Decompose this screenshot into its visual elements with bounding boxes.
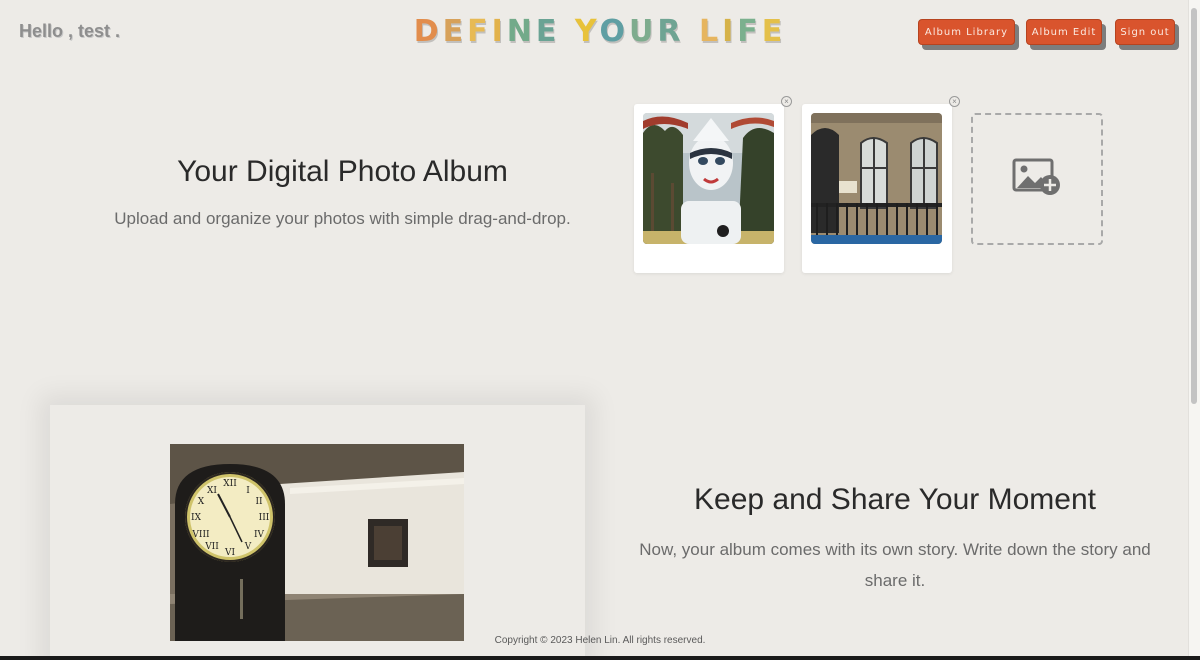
brand-letter: I — [722, 14, 738, 49]
svg-text:VI: VI — [224, 548, 235, 558]
brand-letter: F — [737, 14, 762, 49]
add-photo-dropzone[interactable] — [971, 113, 1103, 245]
photo-clown — [643, 113, 774, 244]
scrollbar-thumb[interactable] — [1191, 8, 1197, 404]
svg-text:IX: IX — [191, 513, 202, 523]
hero-subtitle: Upload and organize your photos with sim… — [114, 209, 571, 228]
brand-letter: E — [535, 14, 561, 49]
svg-text:X: X — [198, 497, 205, 507]
svg-text:II: II — [255, 497, 263, 507]
album-library-button[interactable]: Album Library — [918, 19, 1015, 45]
svg-text:IV: IV — [254, 530, 265, 540]
svg-text:XI: XI — [207, 486, 217, 496]
brand-letter: R — [657, 14, 685, 49]
svg-text:XII: XII — [223, 479, 237, 489]
brand-letter: I — [491, 14, 507, 49]
brand-word: LIFE — [699, 14, 786, 49]
brand-letter: E — [761, 14, 787, 49]
scrollbar[interactable] — [1188, 0, 1200, 656]
brand-letter: N — [506, 14, 536, 49]
photo-card[interactable] — [802, 104, 952, 273]
brand-letter: O — [599, 14, 630, 49]
feature-title: Keep and Share Your Moment — [694, 483, 1096, 516]
feature-card: XII VI IX III I II IV V VII VIII X XI — [50, 405, 585, 660]
photo-building — [811, 113, 942, 244]
gallery-clock-photo: XII VI IX III I II IV V VII VIII X XI — [170, 444, 464, 641]
brand-word: DEFINE — [414, 14, 561, 49]
brand-letter: F — [467, 14, 492, 49]
brand-letter: E — [442, 14, 468, 49]
image-plus-icon — [1012, 157, 1062, 202]
brand-letter: Y — [574, 14, 600, 49]
hero-title: Your Digital Photo Album — [177, 155, 508, 188]
brand-letter: L — [698, 14, 723, 49]
brand-letter: D — [413, 14, 443, 49]
brand-title: DEFINE YOUR LIFE — [0, 14, 1200, 49]
album-edit-button[interactable]: Album Edit — [1026, 19, 1102, 45]
svg-text:VIII: VIII — [191, 530, 210, 540]
remove-photo-button[interactable]: × — [781, 96, 792, 107]
footer-copyright: Copyright © 2023 Helen Lin. All rights r… — [494, 635, 706, 646]
remove-photo-button[interactable]: × — [949, 96, 960, 107]
brand-letter: U — [629, 14, 658, 49]
window-bottom-edge — [0, 656, 1200, 660]
svg-text:I: I — [246, 486, 250, 496]
feature-description: Now, your album comes with its own story… — [639, 540, 1151, 590]
photo-card[interactable] — [634, 104, 784, 273]
sign-out-button[interactable]: Sign out — [1115, 19, 1175, 45]
svg-text:VII: VII — [204, 542, 219, 552]
svg-text:V: V — [244, 542, 252, 552]
svg-text:III: III — [259, 513, 270, 523]
brand-word: YOUR — [575, 14, 685, 49]
